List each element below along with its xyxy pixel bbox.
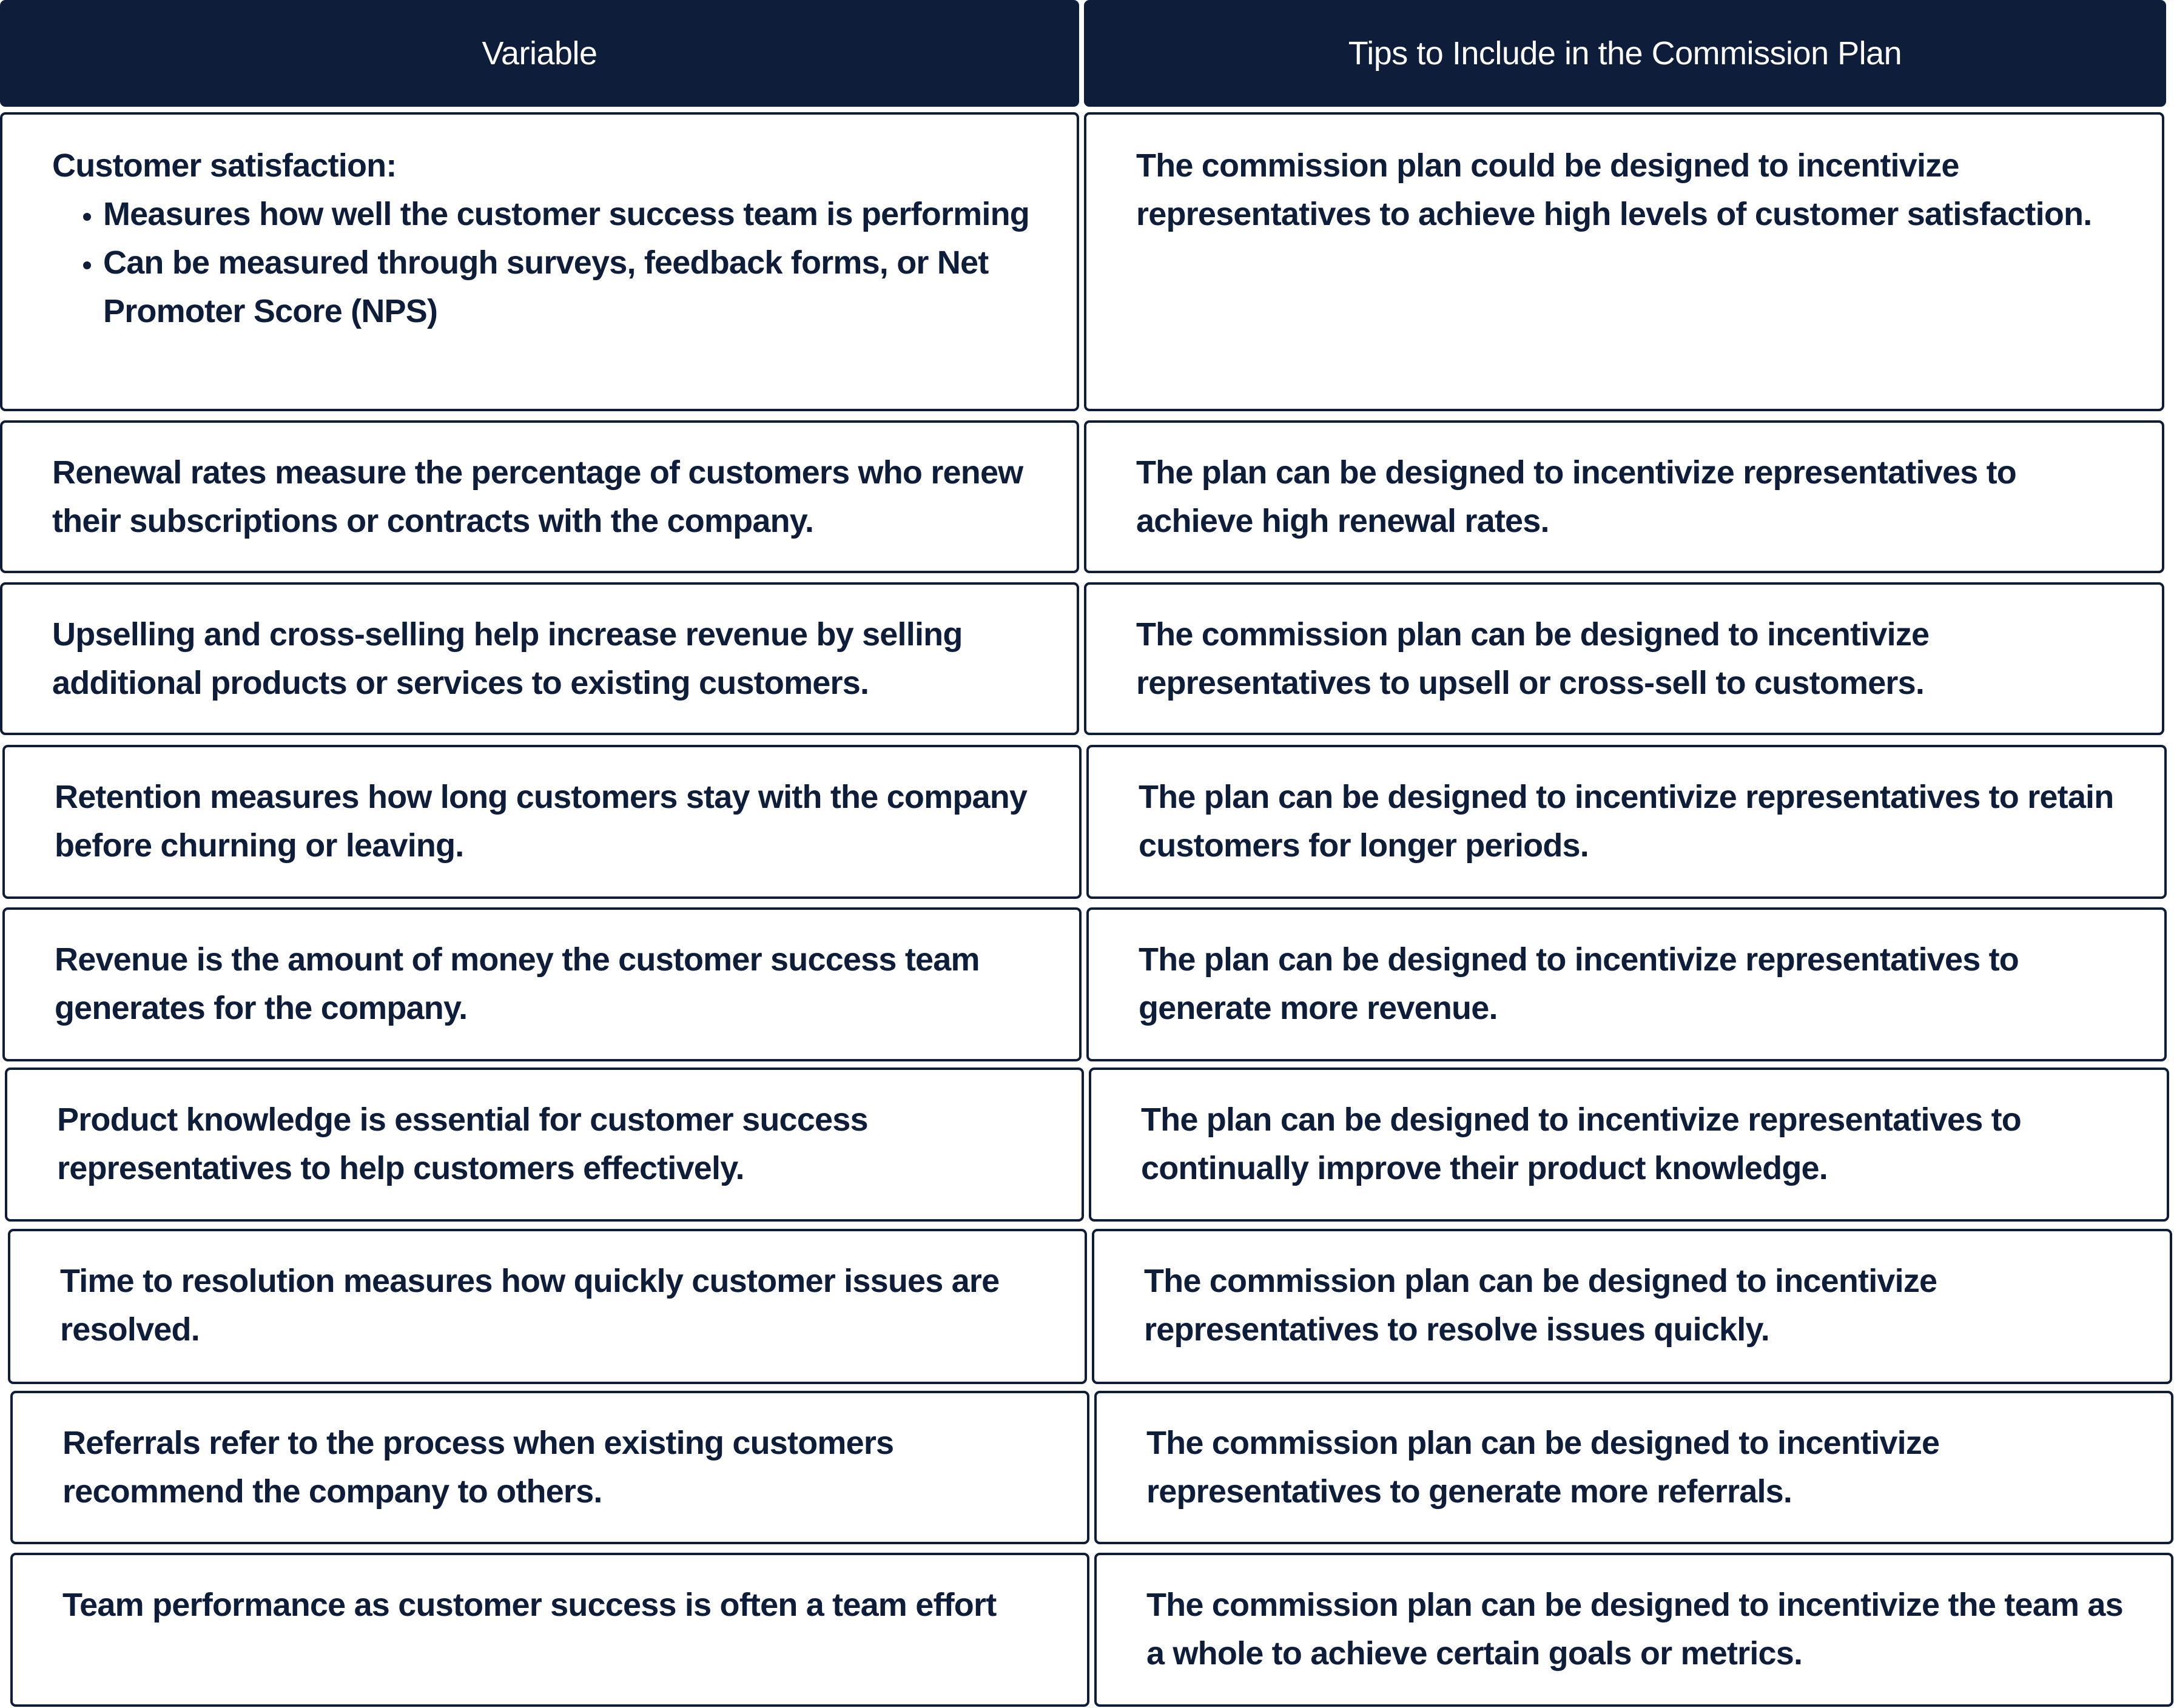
column-header-tips: Tips to Include in the Commission Plan [1084,0,2166,107]
table-row-4-tip-cell: The plan can be designed to incentivize … [1086,745,2167,899]
variable-text: Time to resolution measures how quickly … [60,1263,1000,1348]
tip-text: The commission plan can be designed to i… [1144,1263,1937,1348]
table-row-1-variable-cell: Customer satisfaction: Measures how well… [0,112,1079,411]
table-row-3-variable-cell: Upselling and cross-selling help increas… [0,582,1079,735]
tip-text: The commission plan can be designed to i… [1146,1425,1940,1510]
table-row-8-variable-cell: Referrals refer to the process when exis… [10,1391,1089,1544]
table-row-2-tip-cell: The plan can be designed to incentivize … [1084,420,2164,573]
column-header-variable-label: Variable [482,35,597,72]
table-row-5-variable-cell: Revenue is the amount of money the custo… [2,907,1082,1061]
variable-bullet-list: Measures how well the customer success t… [52,190,1040,335]
tip-text: The plan can be designed to incentivize … [1136,454,2017,539]
table-row-3-tip-cell: The commission plan can be designed to i… [1084,582,2164,735]
variable-text: Revenue is the amount of money the custo… [55,941,980,1026]
tip-text: The commission plan can be designed to i… [1136,616,1930,701]
table-row-6-variable-cell: Product knowledge is essential for custo… [5,1068,1084,1222]
variable-bullet-item: Can be measured through surveys, feedbac… [103,238,1040,335]
table-row-8-tip-cell: The commission plan can be designed to i… [1094,1391,2173,1544]
table-row-5-tip-cell: The plan can be designed to incentivize … [1086,907,2167,1061]
variable-bullet-item: Measures how well the customer success t… [103,190,1040,238]
tip-text: The commission plan could be designed to… [1136,147,2092,232]
table-row-4-variable-cell: Retention measures how long customers st… [2,745,1082,899]
variable-title: Customer satisfaction: [52,147,397,184]
tip-text: The commission plan can be designed to i… [1146,1587,2124,1672]
table-row-7-tip-cell: The commission plan can be designed to i… [1092,1229,2172,1384]
variable-text: Customer satisfaction: Measures how well… [52,141,1040,335]
variable-text: Referrals refer to the process when exis… [62,1425,894,1510]
variable-text: Retention measures how long customers st… [55,779,1028,864]
tip-text: The plan can be designed to incentivize … [1141,1101,2022,1186]
column-header-tips-label: Tips to Include in the Commission Plan [1348,35,1902,72]
tip-text: The plan can be designed to incentivize … [1139,941,2019,1026]
variable-text: Product knowledge is essential for custo… [57,1101,868,1186]
table-row-1-tip-cell: The commission plan could be designed to… [1084,112,2164,411]
variable-text: Upselling and cross-selling help increas… [52,616,963,701]
table-row-2-variable-cell: Renewal rates measure the percentage of … [0,420,1079,573]
table-row-9-variable-cell: Team performance as customer success is … [10,1553,1089,1707]
table-row-7-variable-cell: Time to resolution measures how quickly … [8,1229,1087,1384]
tip-text: The plan can be designed to incentivize … [1139,779,2114,864]
table-row-6-tip-cell: The plan can be designed to incentivize … [1089,1068,2169,1222]
variable-text: Renewal rates measure the percentage of … [52,454,1023,539]
column-header-variable: Variable [0,0,1079,107]
variable-text: Team performance as customer success is … [62,1587,997,1623]
table-row-9-tip-cell: The commission plan can be designed to i… [1094,1553,2173,1707]
